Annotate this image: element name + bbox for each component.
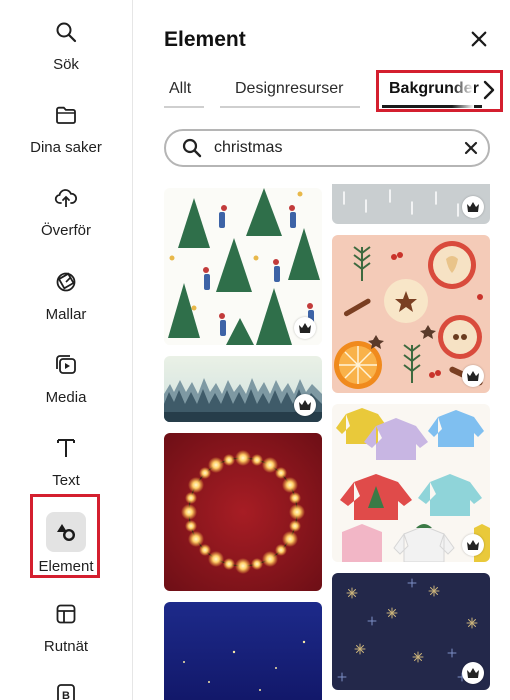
folder-icon [52, 101, 80, 129]
sidebar-item-label: Överför [40, 222, 91, 239]
sidebar-item-label: Sök [53, 56, 79, 73]
close-button[interactable] [466, 26, 492, 52]
grid-layout-icon [52, 600, 80, 628]
premium-badge [462, 534, 484, 556]
premium-badge [462, 365, 484, 387]
search-bar [164, 129, 490, 167]
result-snowy-grey[interactable] [332, 184, 490, 224]
left-rail: Sök Dina saker Överför Mallar Media Text [0, 0, 133, 700]
sidebar-item-label: Mallar [45, 306, 87, 323]
panel-title: Element [164, 28, 246, 51]
premium-badge [462, 196, 484, 218]
shapes-icon [46, 512, 86, 552]
clear-icon[interactable] [463, 140, 479, 156]
result-winter-forest[interactable] [164, 356, 322, 422]
sidebar-item-label: Element [38, 558, 94, 575]
crown-icon [467, 540, 479, 550]
search-input[interactable] [214, 136, 454, 160]
result-starry-night[interactable] [164, 602, 322, 700]
search-icon [182, 138, 202, 158]
result-christmas-sweaters[interactable] [332, 404, 490, 562]
sidebar-item-text[interactable]: Text [0, 420, 132, 500]
search-icon [52, 18, 80, 46]
thumbnail-image [164, 602, 322, 700]
crown-icon [299, 400, 311, 410]
sidebar-item-label: Rutnät [43, 638, 89, 655]
sidebar-item-templates[interactable]: Mallar [0, 254, 132, 334]
sidebar-item-label: Text [52, 472, 80, 489]
cloud-upload-icon [52, 184, 80, 212]
sidebar-item-search[interactable]: Sök [0, 4, 132, 84]
sidebar-item-elements[interactable]: Element [0, 502, 132, 582]
result-navy-snowflakes[interactable] [332, 573, 490, 690]
sidebar-item-brand[interactable]: B [0, 668, 132, 700]
media-icon [52, 351, 80, 379]
chevron-right-icon [483, 80, 495, 100]
crown-icon [467, 668, 479, 678]
text-icon [52, 434, 80, 462]
crown-icon [467, 202, 479, 212]
crown-icon [467, 371, 479, 381]
sidebar-item-grids[interactable]: Rutnät [0, 586, 132, 666]
sidebar-item-label: Media [45, 389, 87, 406]
sidebar-item-media[interactable]: Media [0, 337, 132, 417]
crown-icon [299, 323, 311, 333]
templates-icon [52, 268, 80, 296]
sidebar-item-label: Dina saker [30, 139, 102, 156]
close-icon [471, 31, 487, 47]
tabs-next-button[interactable] [478, 76, 500, 104]
result-fairy-lights-wreath[interactable] [164, 433, 322, 591]
sidebar-item-upload[interactable]: Överför [0, 170, 132, 250]
premium-badge [294, 317, 316, 339]
svg-text:B: B [62, 690, 70, 700]
premium-badge [294, 394, 316, 416]
thumbnail-image [164, 433, 322, 591]
tab-design-assets[interactable]: Designresurser [235, 80, 343, 98]
brand-icon: B [52, 682, 80, 700]
result-christmas-trees-people[interactable] [164, 188, 322, 345]
result-apples-oranges-spices[interactable] [332, 235, 490, 393]
sidebar-item-your-stuff[interactable]: Dina saker [0, 87, 132, 167]
tab-all[interactable]: Allt [169, 80, 191, 98]
premium-badge [462, 662, 484, 684]
